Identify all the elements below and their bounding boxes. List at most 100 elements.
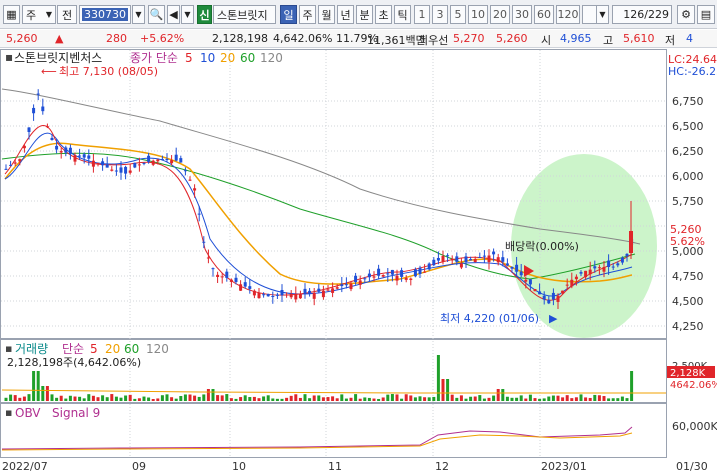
ma10-label[interactable]: 10	[200, 51, 215, 65]
volume-bar	[597, 395, 601, 401]
ma120-label[interactable]: 120	[260, 51, 283, 65]
candle-body	[441, 256, 445, 262]
volume-bar	[432, 396, 436, 401]
tab-day[interactable]: 일	[280, 5, 297, 24]
candle-body	[165, 159, 169, 161]
candle-body	[202, 241, 206, 243]
volume-bar	[174, 398, 178, 401]
volume-bar	[68, 395, 72, 401]
ma20-label[interactable]: 20	[220, 51, 235, 65]
volume-legend-name: 거래량	[15, 342, 48, 356]
candle-body	[496, 257, 500, 263]
volume-bar	[607, 398, 611, 401]
volume-bar	[151, 398, 155, 401]
code-dropdown-icon[interactable]: ▼	[132, 5, 145, 24]
code-input[interactable]: 330730	[79, 5, 131, 24]
x-tick: 12	[435, 460, 449, 473]
layout-icon[interactable]: ▤	[697, 5, 715, 24]
tab-minute[interactable]: 분	[356, 5, 373, 24]
interval-dropdown-icon[interactable]: ▼	[596, 5, 609, 24]
interval-5[interactable]: 5	[450, 5, 466, 24]
candle-body	[326, 289, 330, 291]
obv-legend-grip-icon[interactable]: ▪	[5, 406, 12, 419]
volume-bar	[367, 397, 371, 401]
volume-legend-grip-icon[interactable]: ▪	[5, 342, 12, 355]
high-note: 최고 7,130 (08/05)	[59, 65, 158, 78]
ma60-label[interactable]: 60	[240, 51, 255, 65]
volume-bar	[133, 398, 137, 401]
prev-icon[interactable]: ▼	[181, 5, 194, 24]
candle-body	[45, 126, 49, 128]
volume-bar	[4, 397, 8, 401]
legend-grip-icon[interactable]: ▪	[5, 50, 13, 64]
vol-ma20-label[interactable]: 20	[105, 342, 120, 356]
interval-120[interactable]: 120	[556, 5, 580, 24]
volume-bar	[390, 394, 394, 401]
vol-ma5-label[interactable]: 5	[90, 342, 98, 356]
mode-select[interactable]: 주 ▼	[22, 5, 56, 24]
chart-area[interactable]: ▪ 스톤브릿지벤처스 종가 단순 5 10 20 60 120 ⟵ 최고 7,1…	[0, 49, 717, 474]
volume-bar	[400, 398, 404, 401]
tab-week[interactable]: 주	[299, 5, 316, 24]
candle-body	[262, 294, 266, 296]
volume-bar	[565, 395, 569, 401]
grid-settings-icon[interactable]: ⚙	[677, 5, 695, 24]
volume-legend-ma: 단순	[62, 342, 84, 356]
volume-bar	[87, 394, 91, 401]
volume-bar	[510, 397, 514, 401]
dividend-note: 배당락(0.00%)	[505, 240, 579, 253]
volume-bar	[547, 396, 551, 401]
speaker-icon[interactable]: ◀	[167, 5, 180, 24]
volume-bar	[496, 389, 500, 401]
low-label: 저	[665, 34, 676, 47]
volume-bar	[354, 394, 358, 401]
volume-bar	[630, 371, 634, 401]
chart-menu-icon[interactable]: ▦	[3, 5, 20, 24]
ma5-label[interactable]: 5	[185, 51, 193, 65]
high-price: 5,610	[623, 32, 655, 45]
x-tick: 11	[328, 460, 342, 473]
candle-body	[427, 263, 431, 270]
volume-bar	[248, 397, 252, 401]
search-icon[interactable]: 🔍	[148, 5, 165, 24]
volume-bar	[340, 394, 344, 401]
tab-second[interactable]: 초	[375, 5, 392, 24]
vol-ma120-label[interactable]: 120	[146, 342, 169, 356]
vol-ma60-label[interactable]: 60	[124, 342, 139, 356]
volume-bar	[252, 396, 256, 401]
interval-20[interactable]: 20	[490, 5, 510, 24]
tab-month[interactable]: 월	[318, 5, 335, 24]
candle-body	[616, 263, 620, 266]
volume-bar	[492, 395, 496, 401]
candle-body	[137, 164, 141, 166]
best-ask-label: 최우선	[418, 34, 449, 47]
volume-bar	[335, 398, 339, 401]
price-change: 280	[106, 32, 127, 45]
last-pct-tag: 5.62%	[670, 235, 705, 248]
interval-3[interactable]: 3	[432, 5, 448, 24]
volume-bar	[183, 394, 187, 401]
tab-year[interactable]: 년	[337, 5, 354, 24]
obv-legend-signal: Signal 9	[52, 406, 100, 420]
interval-10[interactable]: 10	[468, 5, 488, 24]
volume-bar	[193, 395, 197, 401]
candle-body	[82, 154, 86, 158]
candle-body	[266, 293, 270, 297]
volume-bar	[22, 396, 26, 401]
candle-body	[423, 271, 427, 273]
stock-chart[interactable]: ▪ 스톤브릿지벤처스 종가 단순 5 10 20 60 120 ⟵ 최고 7,1…	[0, 49, 717, 474]
interval-30[interactable]: 30	[512, 5, 532, 24]
tab-tick[interactable]: 틱	[394, 5, 411, 24]
candle-body	[515, 264, 519, 272]
candle-body	[147, 155, 151, 162]
page-count-field[interactable]: 126/229	[612, 5, 672, 24]
interval-1[interactable]: 1	[414, 5, 430, 24]
volume-bar	[551, 395, 555, 401]
candle-body	[193, 188, 197, 191]
all-button[interactable]: 전	[57, 5, 77, 24]
volume-bar	[436, 355, 440, 401]
interval-60[interactable]: 60	[534, 5, 554, 24]
volume-bar	[289, 395, 293, 401]
candle-body	[179, 158, 183, 163]
candle-body	[110, 169, 114, 171]
